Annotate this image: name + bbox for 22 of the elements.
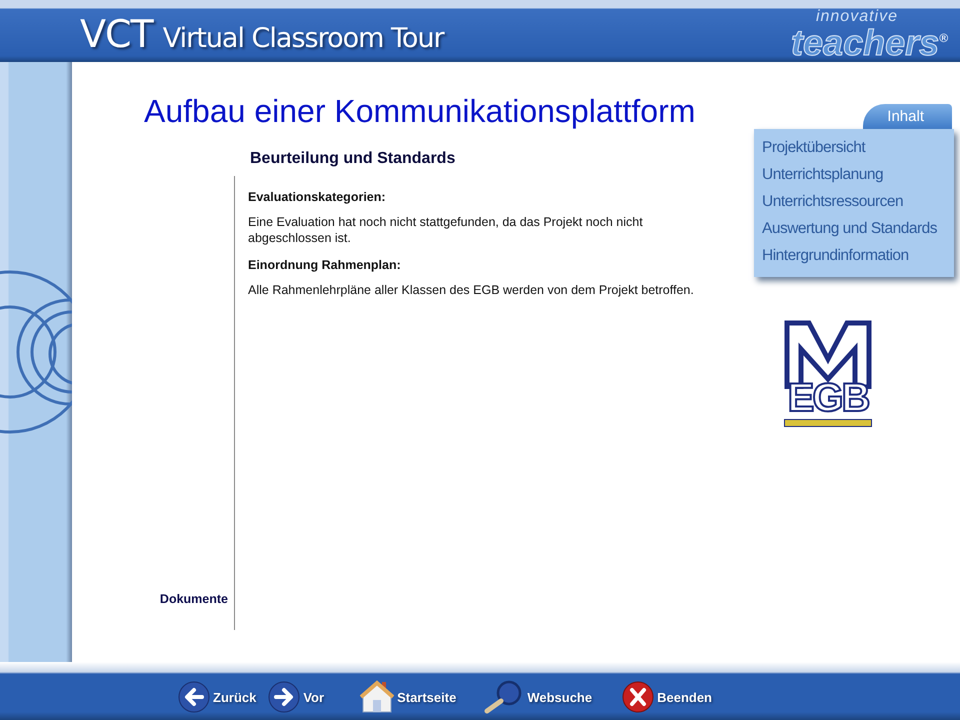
house-icon	[360, 680, 394, 714]
nav-button[interactable]: Zurück	[178, 681, 256, 713]
section-title: Beurteilung und Standards	[250, 150, 456, 168]
block-heading: Evaluationskategorien:	[248, 190, 387, 204]
block-heading: Einordnung Rahmenplan:	[248, 258, 402, 272]
nav-button[interactable]: Startseite	[360, 680, 456, 714]
menu-link[interactable]: Unterrichtsressourcen	[762, 193, 948, 211]
page-title: Aufbau einer Kommunikationsplattform	[144, 92, 696, 130]
nav-button[interactable]: Beenden	[622, 681, 712, 713]
header-title: Virtual Classroom Tour	[162, 23, 444, 54]
block-text: Eine Evaluation hat noch nicht stattgefunden, da das Projekt noch nicht abgeschlossen ist.	[248, 214, 644, 246]
menu-link[interactable]: Auswertung und Standards	[762, 220, 948, 238]
menu-link[interactable]: Projektübersicht	[762, 139, 948, 157]
nav-button[interactable]: Vor	[268, 681, 324, 713]
menu-link[interactable]: Hintergrundinformation	[762, 247, 948, 265]
header-abbreviation: VCT	[80, 12, 153, 56]
documents-link[interactable]: Dokumente	[160, 592, 228, 606]
nav-button[interactable]: Websuche	[484, 680, 592, 714]
menu-link[interactable]: Unterrichtsplanung	[762, 166, 948, 184]
close-icon	[622, 681, 654, 713]
brand-logo: innovative teachers$^{®}$	[791, 7, 948, 61]
block-text: Alle Rahmenlehrpläne aller Klassen des EGB werden von dem Projekt betroffen.	[248, 282, 695, 298]
